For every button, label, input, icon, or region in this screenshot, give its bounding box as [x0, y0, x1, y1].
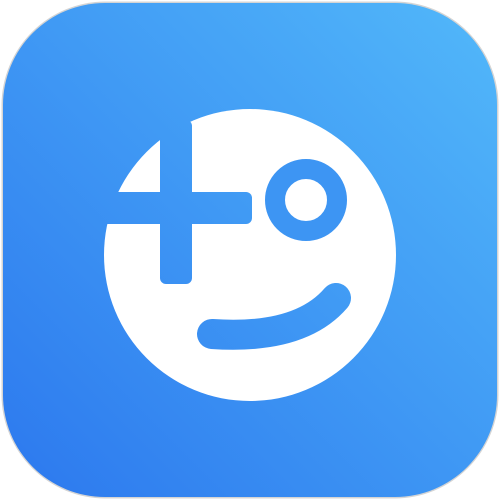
app-icon[interactable] [0, 0, 500, 500]
app-icon-canvas [0, 0, 500, 500]
face-circle [0, 0, 500, 500]
